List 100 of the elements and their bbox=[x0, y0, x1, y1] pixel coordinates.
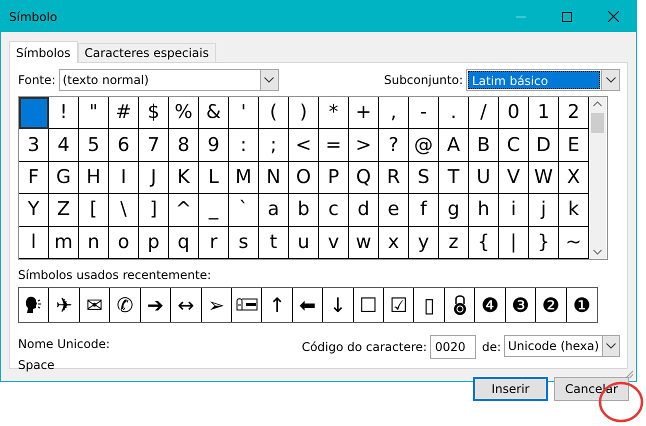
symbol-cell[interactable]: % bbox=[169, 97, 199, 130]
symbol-cell[interactable]: j bbox=[529, 194, 559, 227]
symbol-cell[interactable]: 1 bbox=[529, 97, 559, 130]
symbol-cell[interactable]: R bbox=[379, 162, 409, 194]
symbol-cell[interactable]: a bbox=[259, 194, 289, 227]
symbol-cell[interactable]: 3 bbox=[19, 129, 49, 162]
symbol-cell[interactable]: [ bbox=[79, 194, 109, 227]
scroll-down-icon[interactable] bbox=[593, 248, 602, 256]
symbol-cell[interactable]: b bbox=[289, 194, 319, 227]
symbol-cell[interactable]: ' bbox=[229, 97, 259, 130]
symbol-cell[interactable]: u bbox=[289, 226, 319, 259]
symbol-cell[interactable]: C bbox=[499, 129, 529, 162]
symbol-cell[interactable]: m bbox=[49, 226, 79, 259]
symbol-cell[interactable]: H bbox=[79, 162, 109, 194]
symbol-cell[interactable]: D bbox=[529, 129, 559, 162]
symbol-cell[interactable]: 0 bbox=[499, 97, 529, 130]
recent-symbol[interactable]: ❶ bbox=[566, 288, 598, 322]
tab[interactable]: Caracteres especiais bbox=[78, 43, 216, 62]
symbol-cell[interactable]: L bbox=[199, 162, 229, 194]
symbol-cell[interactable]: K bbox=[169, 162, 199, 194]
symbol-cell[interactable]: 4 bbox=[49, 129, 79, 162]
scroll-up-icon[interactable] bbox=[593, 100, 602, 108]
symbol-cell[interactable]: @ bbox=[409, 129, 439, 162]
symbol-cell[interactable]: z bbox=[439, 226, 469, 259]
symbol-cell[interactable]: Z bbox=[49, 194, 79, 227]
symbol-cell[interactable]: F bbox=[19, 162, 49, 194]
symbol-cell[interactable]: | bbox=[499, 226, 529, 259]
symbol-cell[interactable]: - bbox=[409, 97, 439, 130]
symbol-cell[interactable]: = bbox=[319, 129, 349, 162]
symbol-cell[interactable]: ` bbox=[229, 194, 259, 227]
symbol-cell[interactable]: M bbox=[229, 162, 259, 194]
symbol-cell[interactable]: r bbox=[199, 226, 229, 259]
symbol-cell[interactable]: f bbox=[409, 194, 439, 227]
caret-icon[interactable] bbox=[264, 77, 274, 83]
symbol-cell[interactable]: ^ bbox=[169, 194, 199, 227]
symbol-cell[interactable]: & bbox=[199, 97, 229, 130]
symbol-cell[interactable]: J bbox=[139, 162, 169, 194]
symbol-cell[interactable]: 9 bbox=[199, 129, 229, 162]
symbol-cell[interactable]: o bbox=[109, 226, 139, 259]
symbol-cell[interactable]: _ bbox=[199, 194, 229, 227]
symbol-cell[interactable]: n bbox=[79, 226, 109, 259]
symbol-cell[interactable]: U bbox=[469, 162, 499, 194]
symbol-cell[interactable]: $ bbox=[139, 97, 169, 130]
symbol-cell[interactable]: , bbox=[379, 97, 409, 130]
symbol-cell[interactable]: l bbox=[19, 226, 49, 259]
symbol-cell[interactable]: g bbox=[439, 194, 469, 227]
symbol-cell[interactable]: ] bbox=[139, 194, 169, 227]
symbol-cell[interactable]: : bbox=[229, 129, 259, 162]
symbol-cell[interactable]: W bbox=[529, 162, 559, 194]
symbol-cell[interactable]: { bbox=[469, 226, 499, 259]
subset-dropdown[interactable]: Latim básico bbox=[466, 69, 620, 91]
symbol-cell[interactable]: " bbox=[79, 97, 109, 130]
symbol-cell[interactable]: \ bbox=[109, 194, 139, 227]
font-dropdown[interactable]: (texto normal) bbox=[58, 69, 279, 91]
symbol-cell[interactable]: > bbox=[349, 129, 379, 162]
symbol-cell[interactable]: ? bbox=[379, 129, 409, 162]
symbol-cell[interactable]: Q bbox=[349, 162, 379, 194]
symbol-cell[interactable]: y bbox=[409, 226, 439, 259]
symbol-cell[interactable]: A bbox=[439, 129, 469, 162]
symbol-cell[interactable]: v bbox=[319, 226, 349, 259]
symbol-cell[interactable]: q bbox=[169, 226, 199, 259]
symbol-cell[interactable]: N bbox=[259, 162, 289, 194]
symbol-cell[interactable]: G bbox=[49, 162, 79, 194]
dialog-button[interactable]: Inserir bbox=[473, 377, 548, 401]
symbol-cell[interactable]: ) bbox=[289, 97, 319, 130]
symbol-cell[interactable]: V bbox=[499, 162, 529, 194]
symbol-cell[interactable]: 5 bbox=[79, 129, 109, 162]
symbol-cell[interactable]: 8 bbox=[169, 129, 199, 162]
symbol-cell[interactable]: w bbox=[349, 226, 379, 259]
symbol-cell[interactable]: I bbox=[109, 162, 139, 194]
symbol-cell[interactable]: < bbox=[289, 129, 319, 162]
caret-icon[interactable] bbox=[606, 77, 616, 83]
caret-icon[interactable] bbox=[606, 342, 616, 349]
symbol-cell[interactable]: / bbox=[469, 97, 499, 130]
symbol-cell[interactable]: O bbox=[289, 162, 319, 194]
scrollbar[interactable] bbox=[589, 97, 606, 259]
close-icon[interactable] bbox=[608, 11, 618, 22]
symbol-cell[interactable]: . bbox=[439, 97, 469, 130]
tab[interactable]: Símbolos bbox=[9, 41, 78, 63]
resize-grip-icon[interactable] bbox=[624, 369, 634, 379]
symbol-cell[interactable]: # bbox=[109, 97, 139, 130]
symbol-cell[interactable]: T bbox=[439, 162, 469, 194]
symbol-cell[interactable]: h bbox=[469, 194, 499, 227]
symbol-cell[interactable]: S bbox=[409, 162, 439, 194]
symbol-cell[interactable]: B bbox=[469, 129, 499, 162]
symbol-cell[interactable]: d bbox=[349, 194, 379, 227]
symbol-cell[interactable]: 6 bbox=[109, 129, 139, 162]
symbol-cell[interactable]: ; bbox=[259, 129, 289, 162]
symbol-cell[interactable]: p bbox=[139, 226, 169, 259]
symbol-cell[interactable]: } bbox=[529, 226, 559, 259]
symbol-cell[interactable]: c bbox=[319, 194, 349, 227]
symbol-cell[interactable]: + bbox=[349, 97, 379, 130]
symbol-cell[interactable]: e bbox=[379, 194, 409, 227]
symbol-cell[interactable]: t bbox=[259, 226, 289, 259]
symbol-cell[interactable]: Y bbox=[19, 194, 49, 227]
symbol-cell[interactable]: x bbox=[379, 226, 409, 259]
from-dropdown[interactable]: Unicode (hexa) bbox=[504, 334, 620, 357]
symbol-cell[interactable]: ! bbox=[49, 97, 79, 130]
symbol-cell[interactable]: P bbox=[319, 162, 349, 194]
symbol-cell[interactable] bbox=[19, 97, 49, 130]
